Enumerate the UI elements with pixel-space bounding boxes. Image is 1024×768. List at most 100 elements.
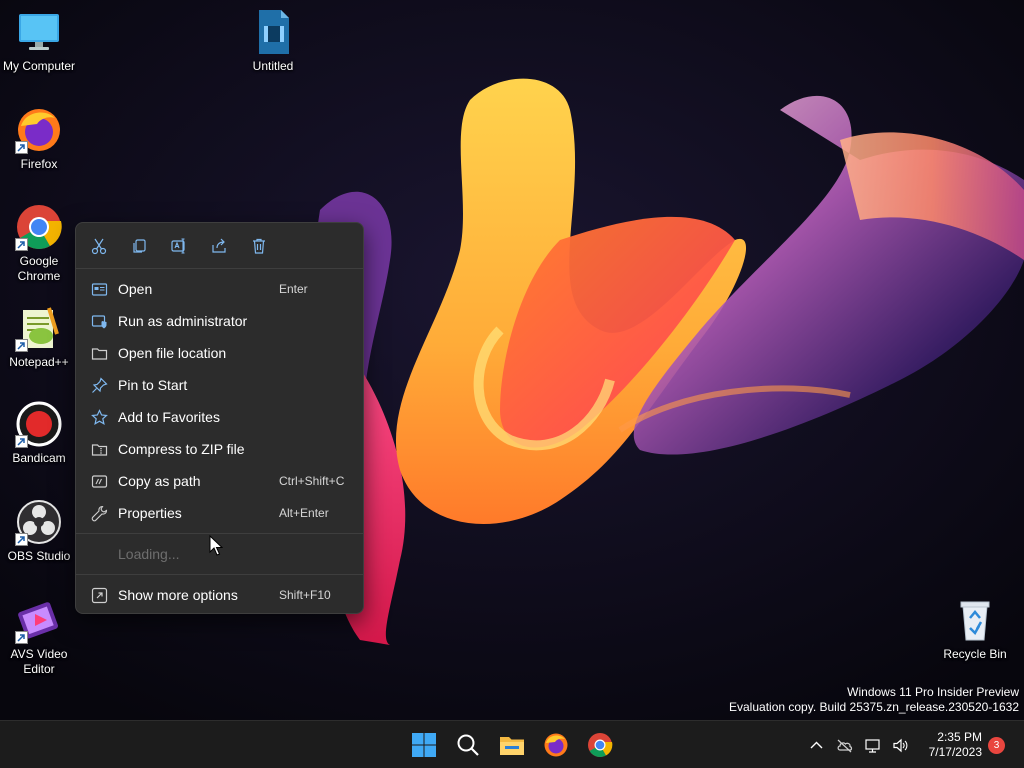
admin-shield-icon <box>90 312 108 330</box>
notification-badge[interactable]: 3 <box>988 736 1005 754</box>
clock-time: 2:35 PM <box>937 730 982 744</box>
desktop-icon-label: Notepad++ <box>9 355 69 369</box>
desktop-icon-recycle-bin[interactable]: Recycle Bin <box>935 596 1015 662</box>
menu-item-shortcut: Ctrl+Shift+C <box>279 474 345 488</box>
path-icon <box>90 472 108 490</box>
search-icon <box>457 734 479 756</box>
share-icon <box>212 238 226 253</box>
desktop-icon-label: Firefox <box>20 157 58 171</box>
taskbar-chrome-button[interactable] <box>578 723 622 767</box>
pin-icon <box>90 376 108 394</box>
menu-item-pin-to-start[interactable]: Pin to Start <box>76 369 363 401</box>
desktop-icon-firefox[interactable]: Firefox <box>0 106 79 172</box>
menu-item-open-file-location[interactable]: Open file location <box>76 337 363 369</box>
chrome-icon <box>588 733 613 758</box>
desktop-icon-untitled[interactable]: Untitled <box>233 8 313 74</box>
obs-icon <box>15 498 63 546</box>
menu-item-open[interactable]: Open Enter <box>76 273 363 305</box>
menu-item-add-to-favorites[interactable]: Add to Favorites <box>76 401 363 433</box>
menu-item-properties[interactable]: Properties Alt+Enter <box>76 497 363 529</box>
desktop-icon-label: OBS Studio <box>7 549 71 563</box>
file-explorer-button[interactable] <box>490 723 534 767</box>
start-button[interactable] <box>402 723 446 767</box>
mouse-cursor-icon <box>209 535 223 556</box>
desktop-icon-label: My Computer <box>2 59 76 73</box>
shortcut-arrow-icon <box>15 631 28 644</box>
desktop-icon-label: Untitled <box>252 59 294 73</box>
menu-item-show-more-options[interactable]: Show more options Shift+F10 <box>76 579 363 611</box>
more-options-icon <box>90 586 108 604</box>
context-menu-action-bar <box>76 223 363 269</box>
delete-button[interactable] <box>248 233 288 259</box>
taskbar-firefox-button[interactable] <box>534 723 578 767</box>
clock-date: 7/17/2023 <box>928 745 982 759</box>
menu-separator <box>76 533 363 534</box>
rename-icon <box>171 238 185 254</box>
chrome-icon <box>15 203 63 251</box>
desktop-icon-label: Google Chrome <box>17 254 61 283</box>
shortcut-arrow-icon <box>15 435 28 448</box>
file-explorer-icon <box>500 737 524 755</box>
menu-item-label: Add to Favorites <box>118 409 220 425</box>
search-button[interactable] <box>446 723 490 767</box>
cut-icon <box>91 238 107 255</box>
notepadpp-icon <box>15 304 63 352</box>
menu-item-label: Open file location <box>118 345 227 361</box>
bandicam-icon <box>15 400 63 448</box>
desktop-icon-my-computer[interactable]: My Computer <box>0 8 79 74</box>
windows-logo-icon <box>412 733 436 757</box>
cloud-offline-icon <box>837 739 853 752</box>
menu-item-compress-to-zip[interactable]: Compress to ZIP file <box>76 433 363 465</box>
desktop-icon-avs-video-editor[interactable]: AVS Video Editor <box>0 596 79 677</box>
chevron-up-icon <box>810 741 823 748</box>
menu-item-copy-as-path[interactable]: Copy as path Ctrl+Shift+C <box>76 465 363 497</box>
system-tray: 2:35 PM 7/17/2023 3 <box>803 721 1024 768</box>
windows-watermark: Windows 11 Pro Insider Preview Evaluatio… <box>729 685 1019 715</box>
desktop-icon-chrome[interactable]: Google Chrome <box>0 203 79 284</box>
cut-button[interactable] <box>88 233 128 259</box>
desktop-icon-notepadpp[interactable]: Notepad++ <box>0 304 79 370</box>
watermark-edition: Windows 11 Pro Insider Preview <box>847 685 1019 699</box>
menu-item-shortcut: Alt+Enter <box>279 506 329 520</box>
delete-icon <box>253 238 265 254</box>
shortcut-arrow-icon <box>15 339 28 352</box>
desktop-icon-label: AVS Video Editor <box>10 647 68 676</box>
onedrive-tray-button[interactable] <box>831 730 859 760</box>
folder-icon <box>90 344 108 362</box>
taskbar: 2:35 PM 7/17/2023 3 <box>0 720 1024 768</box>
menu-item-run-as-administrator[interactable]: Run as administrator <box>76 305 363 337</box>
open-icon <box>90 280 108 298</box>
show-hidden-icons-button[interactable] <box>803 730 831 760</box>
taskbar-pinned-apps <box>402 721 622 768</box>
copy-button[interactable] <box>128 233 168 259</box>
wrench-icon <box>90 504 108 522</box>
taskbar-clock[interactable]: 2:35 PM 7/17/2023 <box>929 730 982 760</box>
menu-item-label: Properties <box>118 505 182 521</box>
menu-item-label: Open <box>118 281 153 297</box>
network-icon <box>865 738 880 753</box>
desktop-icon-label: Recycle Bin <box>943 647 1007 661</box>
desktop-icon-label: Bandicam <box>12 451 66 465</box>
zip-icon <box>90 440 108 458</box>
menu-item-shortcut: Enter <box>279 282 308 296</box>
watermark-build: Evaluation copy. Build 25375.zn_release.… <box>729 700 1019 714</box>
menu-item-shortcut: Shift+F10 <box>279 588 331 602</box>
shortcut-arrow-icon <box>15 238 28 251</box>
monitor-icon <box>15 8 63 56</box>
desktop-icon-obs[interactable]: OBS Studio <box>0 498 79 564</box>
firefox-icon <box>15 106 63 154</box>
desktop-icon-bandicam[interactable]: Bandicam <box>0 400 79 466</box>
star-icon <box>90 408 108 426</box>
menu-item-label: Show more options <box>118 587 238 603</box>
network-button[interactable] <box>859 730 887 760</box>
avs-icon <box>15 596 63 644</box>
share-button[interactable] <box>208 233 248 259</box>
menu-item-label: Pin to Start <box>118 377 188 393</box>
volume-button[interactable] <box>887 730 915 760</box>
rename-button[interactable] <box>168 233 208 259</box>
menu-item-label: Run as administrator <box>118 313 248 329</box>
menu-item-label: Copy as path <box>118 473 201 489</box>
menu-item-label: Compress to ZIP file <box>118 441 245 457</box>
speaker-icon <box>893 738 908 752</box>
video-file-icon <box>249 8 297 56</box>
